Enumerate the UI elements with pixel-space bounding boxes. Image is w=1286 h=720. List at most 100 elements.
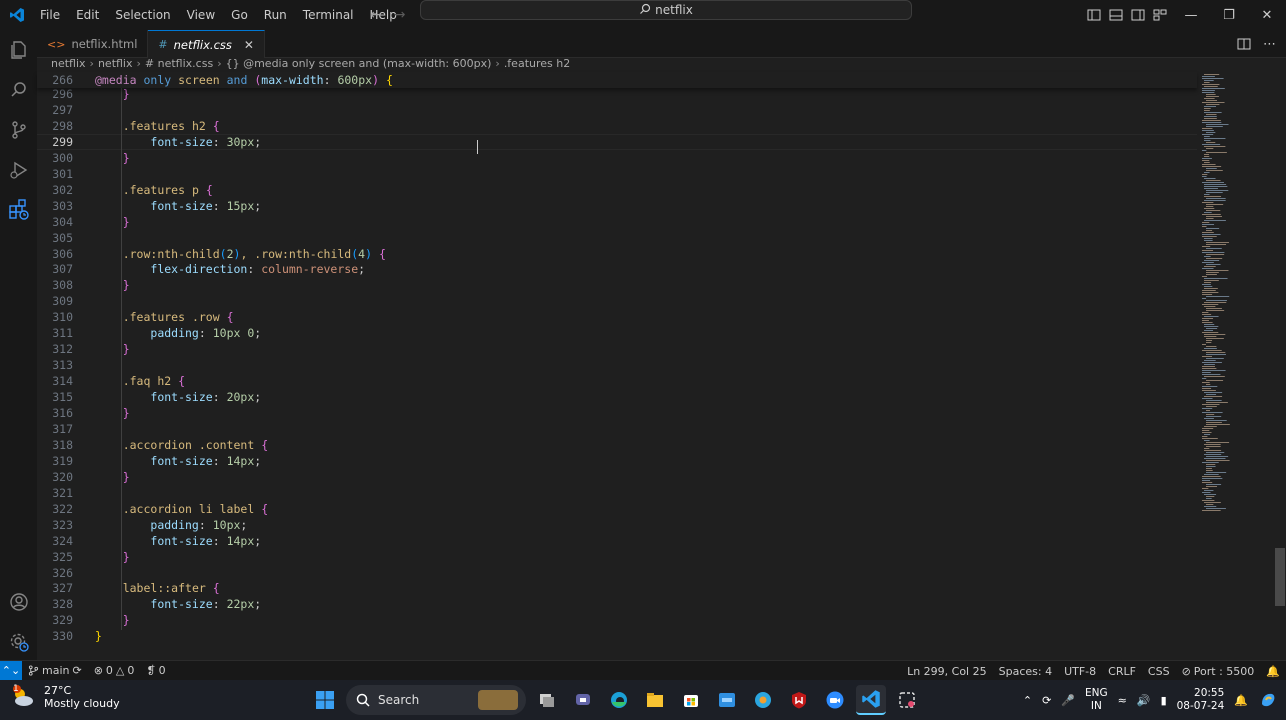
code-line[interactable]: 324 font-size: 14px; xyxy=(37,533,1197,549)
code-line[interactable]: 329 } xyxy=(37,612,1197,628)
menu-view[interactable]: View xyxy=(179,0,223,30)
code-line[interactable]: 300 } xyxy=(37,150,1197,166)
menu-terminal[interactable]: Terminal xyxy=(295,0,362,30)
breadcrumb-item[interactable]: .features h2 xyxy=(504,57,570,70)
chrome-globe-icon[interactable] xyxy=(748,685,778,715)
ports-indicator[interactable]: ❡ 0 xyxy=(140,664,171,677)
sync-icon[interactable]: ⟳ xyxy=(72,664,81,677)
code-line[interactable]: 306 .row:nth-child(2), .row:nth-child(4)… xyxy=(37,246,1197,262)
toggle-primary-sidebar-icon[interactable] xyxy=(1086,7,1102,23)
code-line[interactable]: 314 .faq h2 { xyxy=(37,373,1197,389)
code-line[interactable]: 326 xyxy=(37,565,1197,581)
teams-chat-icon[interactable] xyxy=(568,685,598,715)
code-line[interactable]: 322 .accordion li label { xyxy=(37,501,1197,517)
minimap[interactable] xyxy=(1197,72,1273,658)
code-line[interactable]: 311 padding: 10px 0; xyxy=(37,325,1197,341)
code-line[interactable]: 323 padding: 10px; xyxy=(37,517,1197,533)
code-line[interactable]: 320 } xyxy=(37,469,1197,485)
encoding[interactable]: UTF-8 xyxy=(1058,665,1102,678)
language-mode[interactable]: CSS xyxy=(1142,665,1176,678)
battery-icon[interactable]: ▮ xyxy=(1161,694,1167,707)
menu-run[interactable]: Run xyxy=(256,0,295,30)
code-line[interactable]: 298 .features h2 { xyxy=(37,118,1197,134)
code-line[interactable]: 325 } xyxy=(37,549,1197,565)
chevron-up-icon[interactable]: ⌃ xyxy=(1023,694,1032,707)
command-center[interactable]: netflix xyxy=(420,0,912,20)
snipping-tool-icon[interactable] xyxy=(892,685,922,715)
close-tab-icon[interactable]: ✕ xyxy=(244,38,254,52)
remote-indicator-icon[interactable]: ⌃⌄ xyxy=(0,660,22,681)
indentation[interactable]: Spaces: 4 xyxy=(993,665,1058,678)
code-line[interactable]: 299 font-size: 30px; xyxy=(37,133,1197,150)
code-line[interactable]: 302 .features p { xyxy=(37,182,1197,198)
tab-netflix-css[interactable]: # netflix.css ✕ xyxy=(148,30,265,58)
code-line[interactable]: 317 xyxy=(37,421,1197,437)
run-debug-icon[interactable] xyxy=(0,150,37,190)
windows-start-icon[interactable] xyxy=(310,685,340,715)
breadcrumb-item[interactable]: netflix xyxy=(98,57,133,70)
code-line[interactable]: 304 } xyxy=(37,214,1197,230)
sync-tray-icon[interactable]: ⟳ xyxy=(1042,694,1051,707)
code-line[interactable]: 328 font-size: 22px; xyxy=(37,596,1197,612)
mypc-app-icon[interactable] xyxy=(712,685,742,715)
task-view-icon[interactable] xyxy=(532,685,562,715)
code-line[interactable]: 310 .features .row { xyxy=(37,309,1197,325)
manage-gear-icon[interactable] xyxy=(0,622,37,662)
code-line[interactable]: 309 xyxy=(37,293,1197,309)
code-line[interactable]: 296 } xyxy=(37,86,1197,102)
menu-edit[interactable]: Edit xyxy=(68,0,107,30)
zoom-icon[interactable] xyxy=(820,685,850,715)
toggle-panel-icon[interactable] xyxy=(1108,7,1124,23)
copilot-icon[interactable] xyxy=(1258,690,1278,710)
source-control-icon[interactable] xyxy=(0,110,37,150)
code-line[interactable]: 312 } xyxy=(37,341,1197,357)
forward-arrow-icon[interactable]: → xyxy=(394,7,406,23)
code-line[interactable]: 313 xyxy=(37,357,1197,373)
notifications-bell-icon[interactable]: 🔔 xyxy=(1260,665,1286,678)
problems-indicator[interactable]: ⊗ 0 △ 0 xyxy=(88,664,141,677)
menu-file[interactable]: File xyxy=(32,0,68,30)
microphone-icon[interactable]: 🎤 xyxy=(1061,694,1075,707)
minimize-icon[interactable]: — xyxy=(1172,0,1210,30)
live-server-port[interactable]: ⊘ Port : 5500 xyxy=(1176,665,1261,678)
end-of-line[interactable]: CRLF xyxy=(1102,665,1142,678)
close-icon[interactable]: ✕ xyxy=(1248,0,1286,30)
code-editor[interactable]: 266 @media only screen and (max-width: 60… xyxy=(37,72,1197,658)
code-line[interactable]: 315 font-size: 20px; xyxy=(37,389,1197,405)
mcafee-shield-icon[interactable] xyxy=(784,685,814,715)
volume-icon[interactable]: 🔊 xyxy=(1137,694,1151,707)
back-arrow-icon[interactable]: ← xyxy=(370,7,382,23)
sticky-scroll-line[interactable]: 266 @media only screen and (max-width: 60… xyxy=(37,72,1197,88)
scrollbar-thumb[interactable] xyxy=(1275,548,1285,606)
code-line[interactable]: 316 } xyxy=(37,405,1197,421)
explorer-icon[interactable] xyxy=(0,30,37,70)
search-icon[interactable] xyxy=(0,70,37,110)
notification-bell-icon[interactable]: 🔔 xyxy=(1234,694,1248,707)
menu-go[interactable]: Go xyxy=(223,0,256,30)
taskbar-search-box[interactable]: Search xyxy=(346,685,526,715)
vscode-taskbar-icon[interactable] xyxy=(856,685,886,715)
menu-selection[interactable]: Selection xyxy=(107,0,178,30)
weather-widget[interactable]: 1 27°C Mostly cloudy xyxy=(10,684,120,710)
clock[interactable]: 20:55 08-07-24 xyxy=(1177,687,1225,713)
code-line[interactable]: 303 font-size: 15px; xyxy=(37,198,1197,214)
breadcrumb-item[interactable]: netflix xyxy=(51,57,86,70)
code-line[interactable]: 318 .accordion .content { xyxy=(37,437,1197,453)
toggle-secondary-sidebar-icon[interactable] xyxy=(1130,7,1146,23)
breadcrumb-item[interactable]: {} @media only screen and (max-width: 60… xyxy=(226,57,492,70)
code-line[interactable]: 307 flex-direction: column-reverse; xyxy=(37,261,1197,277)
code-line[interactable]: 327 label::after { xyxy=(37,580,1197,596)
more-actions-icon[interactable]: ⋯ xyxy=(1263,37,1276,52)
language-indicator[interactable]: ENG IN xyxy=(1085,687,1108,713)
code-line[interactable]: 319 font-size: 14px; xyxy=(37,453,1197,469)
code-line[interactable]: 297 xyxy=(37,102,1197,118)
wifi-icon[interactable]: ≈ xyxy=(1118,694,1127,707)
restore-icon[interactable]: ❐ xyxy=(1210,0,1248,30)
extensions-icon[interactable] xyxy=(0,190,37,230)
tab-netflix-html[interactable]: <> netflix.html xyxy=(37,30,149,58)
cursor-position[interactable]: Ln 299, Col 25 xyxy=(901,665,993,678)
vertical-scrollbar[interactable] xyxy=(1274,72,1286,658)
split-editor-icon[interactable] xyxy=(1237,37,1251,51)
branch-indicator[interactable]: main ⟳ xyxy=(22,664,88,677)
accounts-icon[interactable] xyxy=(0,582,37,622)
